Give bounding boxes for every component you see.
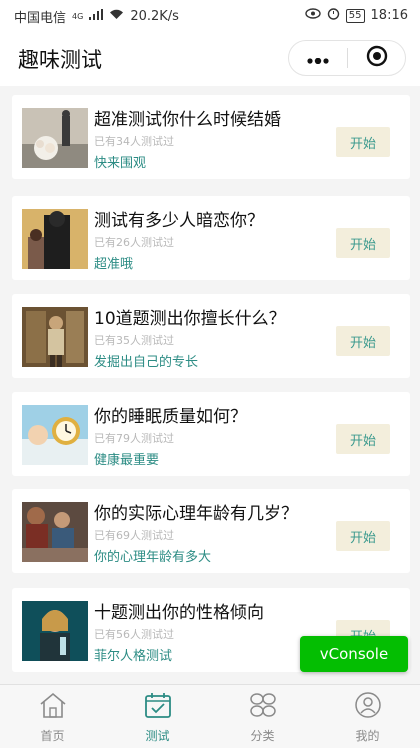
test-count: 已有79人测试过 — [94, 432, 174, 445]
test-count: 已有69人测试过 — [94, 529, 174, 542]
status-bar: 中国电信 4G 20.2K/s 55 18:16 — [0, 0, 420, 30]
test-tagline: 超准哦 — [94, 257, 134, 272]
clock-time: 18:16 — [370, 8, 408, 23]
mini-program-capsule — [288, 40, 406, 76]
user-icon — [353, 691, 383, 723]
start-button[interactable]: 开始 — [336, 127, 390, 157]
test-count: 已有56人测试过 — [94, 628, 174, 641]
tab-mine[interactable]: 我的 — [315, 685, 420, 748]
alarm-icon — [327, 7, 340, 24]
test-tagline: 发掘出自己的专长 — [94, 355, 199, 370]
signal-icon — [89, 9, 104, 24]
test-thumbnail — [22, 108, 88, 168]
test-thumbnail — [22, 601, 88, 661]
tab-label: 我的 — [355, 729, 380, 743]
grid-leaves-icon — [248, 691, 278, 723]
target-circle-icon — [366, 45, 388, 71]
test-title: 10道题测出你擅长什么？ — [94, 309, 286, 329]
test-title: 超准测试你什么时候结婚 — [94, 110, 281, 130]
eye-icon — [305, 8, 321, 23]
test-tagline: 快来围观 — [94, 156, 147, 171]
test-tagline: 健康最重要 — [94, 453, 160, 468]
battery-indicator: 55 — [345, 8, 365, 23]
vconsole-button[interactable]: vConsole — [300, 636, 408, 672]
test-title: 你的实际心理年龄有几岁？ — [94, 504, 298, 524]
test-title: 你的睡眠质量如何？ — [94, 407, 247, 427]
test-count: 已有26人测试过 — [94, 236, 174, 249]
start-button[interactable]: 开始 — [336, 424, 390, 454]
test-count: 已有35人测试过 — [94, 334, 174, 347]
tab-category[interactable]: 分类 — [210, 685, 315, 748]
wifi-icon — [109, 9, 124, 24]
tab-home[interactable]: 首页 — [0, 685, 105, 748]
test-card[interactable]: 10道题测出你擅长什么？ 已有35人测试过 发掘出自己的专长 开始 — [12, 294, 410, 378]
more-dots-icon — [307, 49, 329, 68]
test-card[interactable]: 你的实际心理年龄有几岁？ 已有69人测试过 你的心理年龄有多大 开始 — [12, 489, 410, 573]
test-thumbnail — [22, 502, 88, 562]
tab-label: 首页 — [40, 729, 65, 743]
test-thumbnail — [22, 209, 88, 269]
test-title: 十题测出你的性格倾向 — [94, 603, 264, 623]
test-count: 已有34人测试过 — [94, 135, 174, 148]
close-mini-program-button[interactable] — [348, 41, 405, 75]
test-card[interactable]: 超准测试你什么时候结婚 已有34人测试过 快来围观 开始 — [12, 95, 410, 179]
start-button[interactable]: 开始 — [336, 326, 390, 356]
carrier-label: 中国电信 — [14, 11, 67, 26]
test-card[interactable]: 你的睡眠质量如何？ 已有79人测试过 健康最重要 开始 — [12, 392, 410, 476]
network-speed: 20.2K/s — [130, 9, 179, 24]
tab-test[interactable]: 测试 — [105, 685, 210, 748]
test-tagline: 菲尔人格测试 — [94, 649, 173, 664]
tab-label: 测试 — [145, 729, 170, 743]
more-button[interactable] — [289, 41, 347, 75]
start-button[interactable]: 开始 — [336, 521, 390, 551]
test-tagline: 你的心理年龄有多大 — [94, 550, 212, 565]
test-thumbnail — [22, 307, 88, 367]
start-button[interactable]: 开始 — [336, 228, 390, 258]
nav-bar: 趣味测试 — [0, 30, 420, 86]
test-title: 测试有多少人暗恋你？ — [94, 211, 264, 231]
test-thumbnail — [22, 405, 88, 465]
page-title: 趣味测试 — [18, 48, 102, 72]
test-card[interactable]: 测试有多少人暗恋你？ 已有26人测试过 超准哦 开始 — [12, 196, 410, 280]
tab-label: 分类 — [250, 729, 275, 743]
network-type: 4G — [72, 12, 84, 21]
home-icon — [38, 691, 68, 723]
tab-bar: 首页 测试 分类 我的 — [0, 684, 420, 748]
calendar-check-icon — [143, 691, 173, 723]
